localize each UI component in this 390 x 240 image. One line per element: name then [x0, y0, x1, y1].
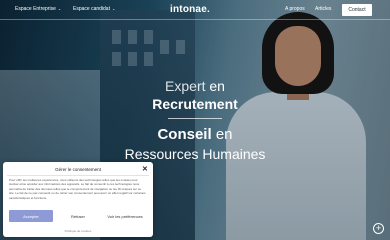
nav-item-espace-candidat[interactable]: Espace candidat ⌄	[73, 6, 115, 12]
refuse-button[interactable]: Refuser	[56, 210, 100, 222]
chevron-down-icon: ⌄	[57, 6, 62, 11]
nav-item-a-propos[interactable]: A propos	[285, 6, 305, 12]
hero-word-en: en	[215, 126, 233, 143]
site-logo[interactable]: intonae.	[170, 4, 210, 15]
preferences-button[interactable]: Voir les préférences	[103, 210, 147, 222]
close-icon[interactable]: ✕	[142, 165, 148, 173]
hero-word-expert: Expert	[165, 78, 210, 94]
hero-line-4: Ressources Humaines	[124, 146, 266, 162]
consent-body: Pour offrir les meilleures expériences, …	[9, 178, 146, 200]
cookie-policy-link[interactable]: Politique de cookies	[3, 229, 153, 233]
cookie-consent-dialog: Gérer le consentement ✕ Pour offrir les …	[3, 162, 153, 237]
consent-divider	[7, 175, 149, 176]
nav-item-espace-entreprise[interactable]: Espace Entreprise ⌄	[15, 6, 61, 12]
accept-button[interactable]: Accepter	[9, 210, 53, 222]
hero-divider	[168, 118, 222, 119]
hero-word-conseil: Conseil	[157, 126, 216, 143]
hero-line-1: Expert en	[0, 78, 390, 94]
hero-line-3: Conseil en	[0, 126, 390, 143]
consent-title: Gérer le consentement	[55, 167, 101, 172]
nav-item-articles[interactable]: Articles	[315, 6, 331, 12]
hero-line-2: Recrutement	[152, 96, 238, 112]
contact-button[interactable]: Contact	[342, 4, 372, 16]
plus-circle-icon[interactable]: +	[373, 223, 384, 234]
chevron-down-icon: ⌄	[111, 6, 116, 11]
hero-word-en: en	[209, 78, 225, 94]
top-navigation: Espace Entreprise ⌄ Espace candidat ⌄ into…	[0, 0, 390, 20]
nav-item-label: Espace Entreprise	[15, 6, 56, 12]
nav-item-label: Espace candidat	[73, 6, 110, 12]
